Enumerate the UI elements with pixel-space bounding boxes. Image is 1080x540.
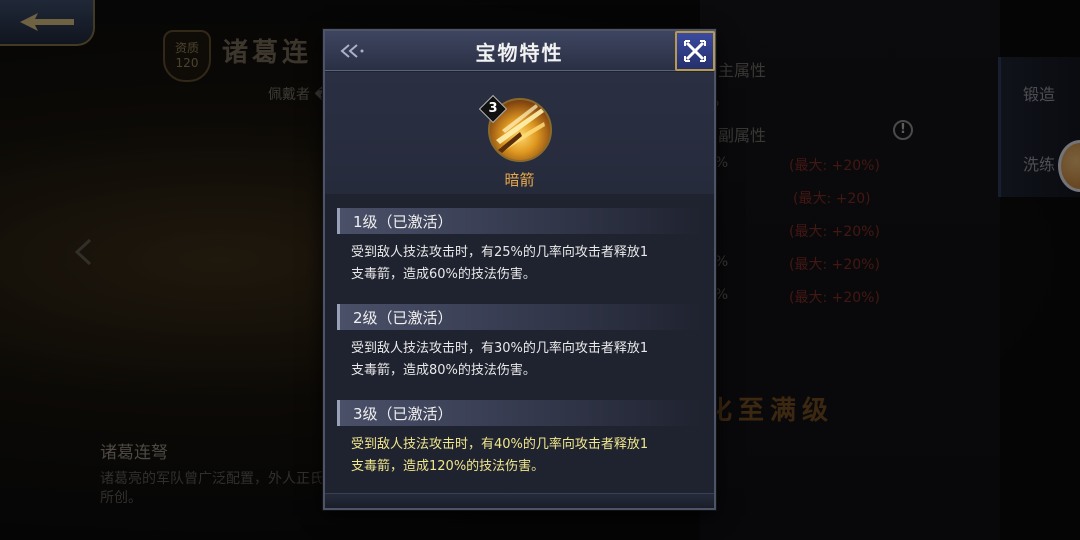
treasure-traits-dialog: 宝物特性 3 暗箭 1级（已激活） 受到敌人技法攻击时，有25%的几率向攻击者释… [323,29,716,510]
dialog-title: 宝物特性 [475,41,564,65]
tier-description: 受到敌人技法攻击时，有30%的几率向攻击者释放1 支毒箭，造成80%的技法伤害。 [337,330,702,382]
tier-description-current: 受到敌人技法攻击时，有40%的几率向攻击者释放1 支毒箭，造成120%的技法伤害… [337,426,702,478]
level-badge-value: 3 [488,101,498,116]
trait-tier-3: 3级（已激活） 受到敌人技法攻击时，有40%的几率向攻击者释放1 支毒箭，造成1… [337,400,702,478]
tier-description: 受到敌人技法攻击时，有25%的几率向攻击者释放1 支毒箭，造成60%的技法伤害。 [337,234,702,286]
dialog-header: 宝物特性 [325,31,715,71]
tier-desc-line: 支毒箭，造成60%的技法伤害。 [351,267,536,282]
tier-header: 1级（已激活） [337,208,702,234]
tier-desc-line: 支毒箭，造成120%的技法伤害。 [351,459,545,474]
tier-header: 2级（已激活） [337,304,702,330]
trait-tier-2: 2级（已激活） 受到敌人技法攻击时，有30%的几率向攻击者释放1 支毒箭，造成8… [337,304,702,382]
dialog-footer [325,493,714,508]
trait-tier-1: 1级（已激活） 受到敌人技法攻击时，有25%的几率向攻击者释放1 支毒箭，造成6… [337,208,702,286]
tier-desc-line: 受到敌人技法攻击时，有30%的几率向攻击者释放1 [351,341,649,356]
close-icon [684,40,706,62]
tier-header: 3级（已激活） [337,400,702,426]
tier-title: 1级（已激活） [353,213,453,231]
tier-desc-line: 支毒箭，造成80%的技法伤害。 [351,363,536,378]
tier-desc-line: 受到敌人技法攻击时，有25%的几率向攻击者释放1 [351,245,649,260]
tier-desc-line: 受到敌人技法攻击时，有40%的几率向攻击者释放1 [351,437,649,452]
close-button[interactable] [675,31,715,71]
tier-title: 3级（已激活） [353,405,453,423]
tier-title: 2级（已激活） [353,309,453,327]
treasure-icon-area: 3 暗箭 [325,72,714,194]
treasure-name: 暗箭 [504,171,535,189]
